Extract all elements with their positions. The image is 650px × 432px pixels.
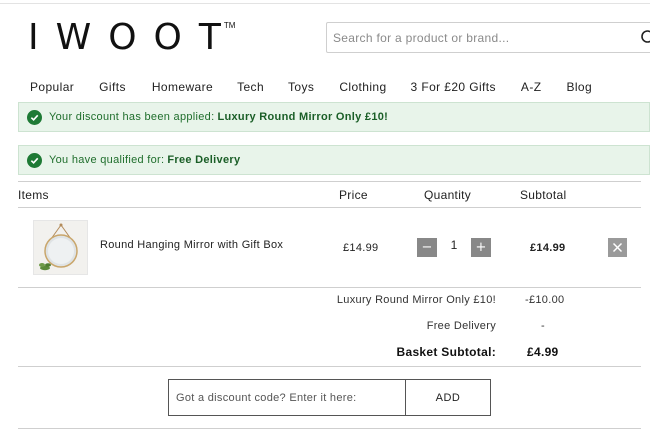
delivery-summary-label: Free Delivery [426,320,496,332]
check-circle-icon [27,152,42,168]
summary-divider [18,366,641,367]
nav-item-popular[interactable]: Popular [30,80,74,94]
logo-wordmark: IWOOT [28,17,238,58]
nav-item-gifts[interactable]: Gifts [99,80,126,94]
logo-trademark: TM [223,21,236,30]
discount-code-input[interactable] [168,379,406,416]
notice-highlight: Luxury Round Mirror Only £10! [217,111,389,123]
column-header-quantity: Quantity [424,188,472,202]
notice-highlight: Free Delivery [167,154,241,166]
delivery-summary-value: - [541,320,545,332]
quantity-input[interactable] [443,238,465,252]
notice-text: Your discount has been applied: [49,111,215,123]
product-price: £14.99 [343,242,379,254]
discount-summary-value: -£10.00 [525,294,565,306]
table-top-divider [18,181,641,182]
item-row-divider [18,287,641,288]
nav-item-tech[interactable]: Tech [237,80,264,94]
main-navigation: Popular Gifts Homeware Tech Toys Clothin… [30,80,592,94]
row-subtotal: £14.99 [530,242,566,254]
remove-item-button[interactable] [608,238,627,257]
column-header-price: Price [339,188,368,202]
discount-applied-notice: Your discount has been applied: Luxury R… [18,102,650,132]
close-icon [612,242,623,253]
column-header-items: Items [18,188,49,202]
nav-item-homeware[interactable]: Homeware [152,80,213,94]
product-name-link[interactable]: Round Hanging Mirror with Gift Box [100,239,283,251]
mirror-image [39,223,78,271]
quantity-increase-button[interactable]: + [471,238,491,257]
quantity-decrease-button[interactable]: − [417,238,437,257]
free-delivery-notice: You have qualified for: Free Delivery [18,145,650,175]
add-discount-button[interactable]: ADD [405,379,491,416]
search-bar [326,22,650,53]
product-thumbnail[interactable] [33,220,88,275]
basket-subtotal-label: Basket Subtotal: [396,345,496,359]
nav-item-clothing[interactable]: Clothing [339,80,386,94]
notice-text: You have qualified for: [49,154,165,166]
search-input[interactable] [327,23,627,52]
nav-item-toys[interactable]: Toys [288,80,314,94]
nav-item-a-z[interactable]: A-Z [521,80,542,94]
top-divider [0,3,650,4]
bottom-divider [18,428,641,429]
column-header-subtotal: Subtotal [520,188,567,202]
iwoot-logo[interactable]: IWOOT TM [28,18,235,58]
check-circle-icon [27,109,42,125]
nav-item-3-for-20-gifts[interactable]: 3 For £20 Gifts [411,80,496,94]
discount-summary-label: Luxury Round Mirror Only £10! [336,294,496,306]
basket-subtotal-value: £4.99 [527,345,559,359]
table-header-divider [18,207,641,208]
search-icon[interactable] [640,29,650,47]
nav-item-blog[interactable]: Blog [566,80,592,94]
